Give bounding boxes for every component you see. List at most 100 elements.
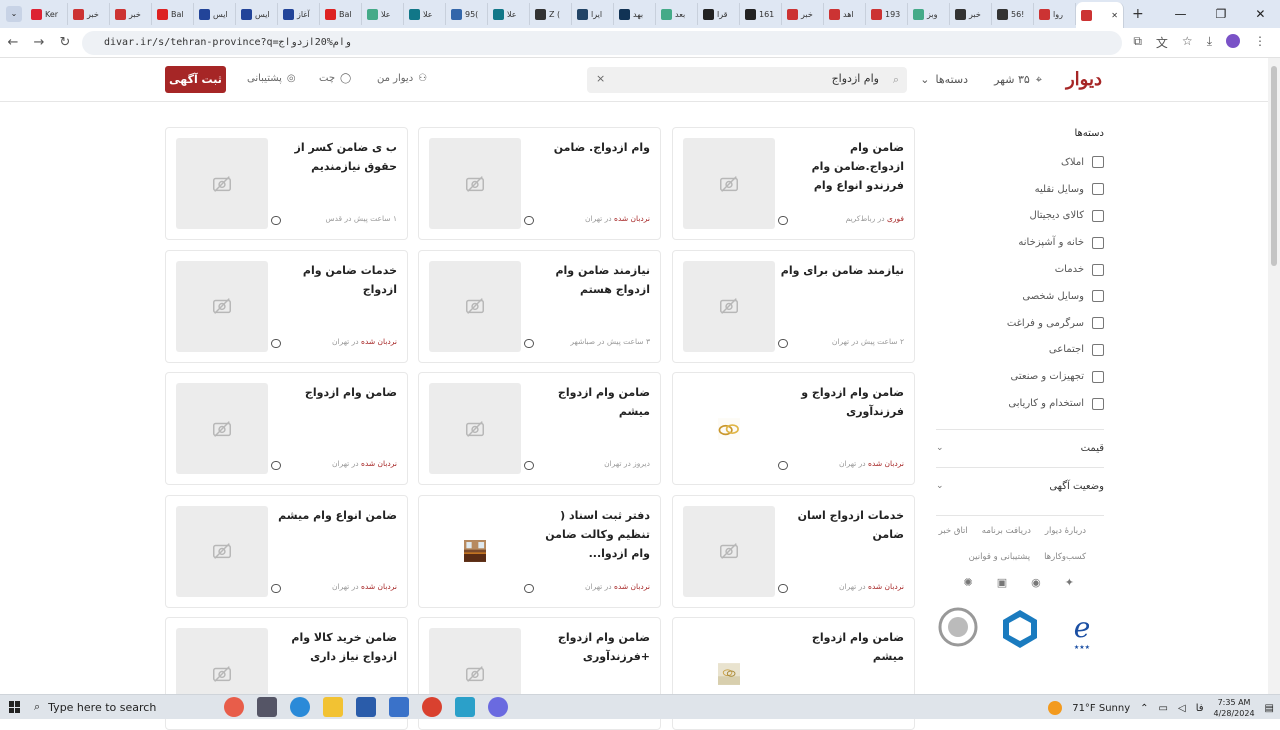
browser-tab[interactable]: روا [1034, 3, 1076, 25]
install-icon[interactable]: ⧉ [1133, 34, 1142, 51]
listing-card[interactable]: ضامن وام ازدواج.ضامن وام فرزندو انواع وا… [672, 127, 915, 240]
browser-tab[interactable]: خبر [782, 3, 824, 25]
browser-tab[interactable]: ✕ [1076, 2, 1124, 28]
national-media-badge[interactable] [998, 607, 1042, 665]
edge-icon[interactable] [290, 697, 310, 717]
download-icon[interactable]: ⤓ [1207, 34, 1212, 51]
browser-tab[interactable]: Z ( [530, 3, 572, 25]
browser-tab[interactable]: اهد [824, 3, 866, 25]
browser-tab[interactable]: بهد [614, 3, 656, 25]
browser-tab[interactable]: علا [362, 3, 404, 25]
footer-link-about[interactable]: دربارهٔ دیوار [1045, 526, 1086, 536]
photos-icon[interactable] [455, 697, 475, 717]
listing-card[interactable]: ب ی ضامن کسر از حقوق نیازمندیم ۱ ساعت پی… [165, 127, 408, 240]
browser-tab[interactable]: خبر [110, 3, 152, 25]
sidebar-category-item[interactable]: تجهیزات و صنعتی [936, 363, 1104, 390]
browser-tab[interactable]: ایس [194, 3, 236, 25]
notification-icon[interactable]: ▤ [1265, 703, 1274, 714]
flower-widget-icon[interactable] [224, 697, 244, 717]
sidebar-category-item[interactable]: اجتماعی [936, 337, 1104, 364]
tab-search-icon[interactable]: ⌄ [6, 6, 22, 22]
listing-card[interactable]: خدمات ضامن وام ازدواج نردبان شده در تهران [165, 249, 408, 363]
menu-dots-icon[interactable]: ⋮ [1254, 34, 1266, 51]
status-filter[interactable]: وضعیت آگهی ⌄ [936, 466, 1104, 505]
chrome-icon[interactable] [422, 697, 442, 717]
page-scrollbar[interactable] [1268, 58, 1280, 694]
sidebar-category-item[interactable]: خانه و آشپزخانه [936, 229, 1104, 256]
sidebar-category-item[interactable]: وسایل نقلیه [936, 176, 1104, 203]
aparat-icon[interactable]: ✺ [964, 576, 973, 589]
teams-icon[interactable] [488, 697, 508, 717]
twitter-icon[interactable]: ✦ [1065, 576, 1074, 589]
search-input[interactable]: ⌕ وام ازدواج × [587, 67, 907, 93]
footer-link-business[interactable]: کسب‌وکارها [1044, 552, 1086, 562]
footer-link-newsroom[interactable]: اتاق خبر [939, 526, 968, 536]
minimize-icon[interactable]: — [1175, 7, 1187, 21]
linkedin-icon[interactable]: ▣ [997, 576, 1007, 589]
listing-card[interactable]: ضامن وام ازدواج نردبان شده در تهران [165, 372, 408, 485]
instagram-icon[interactable]: ◉ [1031, 576, 1041, 589]
browser-tab[interactable]: Ker [26, 3, 68, 25]
bookmark-star-icon[interactable]: ☆ [1182, 34, 1193, 51]
browser-tab[interactable]: خبر [950, 3, 992, 25]
file-explorer-icon[interactable] [323, 697, 343, 717]
network-icon[interactable]: ▭ [1159, 703, 1168, 714]
browser-tab[interactable]: 161 [740, 3, 782, 25]
my-divar-link[interactable]: ⚇ دیوار من [377, 73, 427, 84]
browser-tab[interactable]: خبر [68, 3, 110, 25]
chat-link[interactable]: ◯ چت [319, 73, 351, 84]
footer-link-app[interactable]: دریافت برنامه [982, 526, 1031, 536]
enamad-badge[interactable]: e ★★★ [1060, 607, 1104, 665]
browser-tab[interactable]: آغاز [278, 3, 320, 25]
listing-card[interactable]: ضامن وام ازدواج میشم دیروز در تهران [418, 372, 661, 485]
browser-tab[interactable]: علا [488, 3, 530, 25]
sidebar-category-item[interactable]: سرگرمی و فراغت [936, 310, 1104, 337]
clock[interactable]: 7:35 AM 4/28/2024 [1214, 697, 1255, 719]
listing-card[interactable]: خدمات ازدواج اسان ضامن نردبان شده در تهرا… [672, 494, 915, 608]
close-icon[interactable]: ✕ [1255, 7, 1265, 21]
reload-icon[interactable]: ↻ [52, 35, 78, 50]
sidebar-category-item[interactable]: وسایل شخصی [936, 283, 1104, 310]
sidebar-category-item[interactable]: کالای دیجیتال [936, 203, 1104, 230]
clear-search-icon[interactable]: × [596, 72, 605, 85]
back-icon[interactable]: ← [0, 35, 26, 50]
browser-tab[interactable]: قرا [698, 3, 740, 25]
windows-start-icon[interactable] [9, 701, 21, 713]
new-tab-icon[interactable]: + [1132, 6, 1144, 22]
browser-tab[interactable]: Bal [320, 3, 362, 25]
tray-chevron-icon[interactable]: ⌃ [1140, 703, 1148, 714]
listing-card[interactable]: ضامن انواع وام میشم نردبان شده در تهران [165, 494, 408, 608]
categories-dropdown[interactable]: دسته‌ها ⌄ [920, 73, 968, 86]
tab-close-icon[interactable]: ✕ [1111, 11, 1118, 20]
browser-tab[interactable]: بعد [656, 3, 698, 25]
samandehi-badge[interactable] [936, 607, 980, 665]
browser-tab[interactable]: 95( [446, 3, 488, 25]
taskbar-search[interactable]: ⌕ Type here to search [30, 700, 180, 714]
sidebar-category-item[interactable]: املاک [936, 149, 1104, 176]
browser-tab[interactable]: Bal [152, 3, 194, 25]
price-filter[interactable]: قیمت ⌄ [936, 428, 1104, 467]
url-input[interactable]: divar.ir/s/tehran-province?q=وام%20ازدوا… [82, 31, 1122, 55]
footer-link-support[interactable]: پشتیبانی و قوانین [969, 552, 1030, 562]
listing-card[interactable]: نیازمند ضامن برای وام ۲ ساعت پیش در تهرا… [672, 249, 915, 363]
profile-avatar[interactable] [1226, 34, 1240, 48]
sidebar-category-item[interactable]: خدمات [936, 256, 1104, 283]
translate-icon[interactable]: 文 [1156, 34, 1168, 51]
browser-tab[interactable]: 56! [992, 3, 1034, 25]
browser-tab[interactable]: وبز [908, 3, 950, 25]
scrollbar-thumb[interactable] [1271, 66, 1277, 266]
store-icon[interactable] [356, 697, 376, 717]
maximize-icon[interactable]: ❐ [1216, 7, 1227, 21]
support-link[interactable]: ◎ پشتیبانی [247, 73, 296, 84]
mail-icon[interactable] [389, 697, 409, 717]
listing-card[interactable]: دفتر ثبت اسناد ( تنظیم وکالت ضامن وام از… [418, 494, 661, 608]
browser-tab[interactable]: ایس [236, 3, 278, 25]
listing-card[interactable]: وام ازدواج. ضامن نردبان شده در تهران [418, 127, 661, 240]
browser-tab[interactable]: علا [404, 3, 446, 25]
sidebar-category-item[interactable]: استخدام و کاریابی [936, 390, 1104, 417]
listing-card[interactable]: ضامن وام ازدواج و فرزندآوری نردبان شده در… [672, 372, 915, 485]
task-view-icon[interactable] [257, 697, 277, 717]
forward-icon[interactable]: → [26, 35, 52, 50]
weather-text[interactable]: 71°F Sunny [1072, 703, 1130, 714]
volume-icon[interactable]: ◁ [1178, 703, 1186, 714]
